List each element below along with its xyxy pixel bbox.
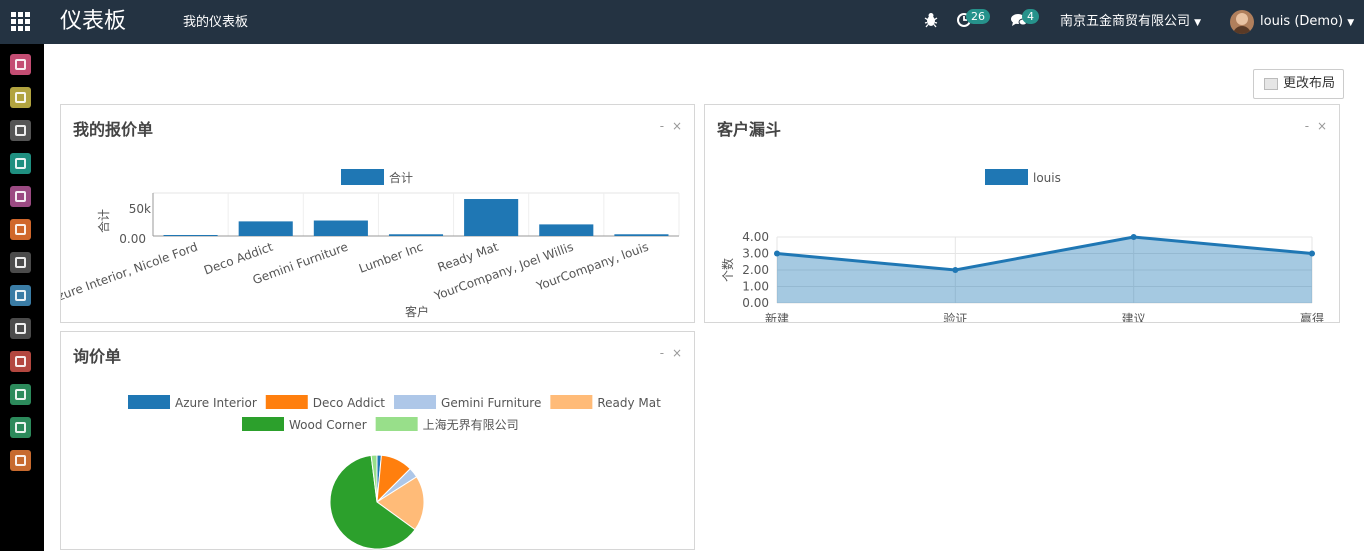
app-title: 仪表板 (60, 9, 127, 34)
bar[interactable] (464, 199, 519, 236)
panel-title: 客户漏斗 (717, 120, 782, 139)
apps-grid-icon[interactable] (11, 12, 31, 32)
legend-label: 合计 (389, 170, 413, 185)
legend-swatch (394, 395, 437, 409)
legend-swatch (550, 395, 593, 409)
minimize-icon[interactable]: - (660, 346, 664, 360)
close-icon[interactable]: × (672, 346, 682, 360)
panel-rfq: 询价单 - × Azure Interior Deco Addict Gemini … (60, 331, 695, 550)
panel-customer-funnel: 客户漏斗 - × louis 个数 阶段 0.001.002.003.004.0… (704, 104, 1340, 323)
close-icon[interactable]: × (672, 119, 682, 133)
sales-chart-icon[interactable] (10, 219, 31, 240)
avatar (1230, 10, 1254, 34)
legend-swatch (985, 169, 1028, 185)
dashboard-icon[interactable] (10, 54, 31, 75)
message-count-badge: 4 (1022, 9, 1039, 24)
panel-title: 询价单 (73, 347, 122, 366)
bar[interactable] (388, 234, 444, 236)
handshake-icon[interactable] (10, 186, 31, 207)
wrench-icon[interactable] (10, 384, 31, 405)
bar[interactable] (614, 234, 669, 236)
company-switcher[interactable]: 南京五金商贸有限公司 ▼ (1060, 13, 1201, 32)
pie-chart: Azure Interior Deco Addict Gemini Furnitur… (128, 395, 661, 550)
calendar-icon[interactable] (10, 87, 31, 108)
y-axis-title: 个数 (720, 258, 735, 282)
tools-icon[interactable] (10, 417, 31, 438)
legend-label: Wood Corner (289, 418, 367, 432)
legend-label: louis (1033, 171, 1061, 185)
minimize-icon[interactable]: - (660, 119, 664, 133)
y-tick-label: 2.00 (742, 263, 769, 277)
store-icon[interactable] (10, 252, 31, 273)
bar[interactable] (238, 221, 293, 236)
change-layout-button[interactable]: 更改布局 (1253, 69, 1344, 99)
data-point[interactable] (952, 267, 959, 273)
area-chart: louis 个数 阶段 0.001.002.003.004.00新建验证建议赢得 (720, 169, 1324, 322)
y-axis-title: 合计 (96, 209, 111, 233)
x-tick-label: 建议 (1122, 312, 1146, 322)
x-tick-label: Lumber Inc (357, 240, 425, 276)
legend-label: Deco Addict (313, 396, 386, 410)
menu-my-dashboard[interactable]: 我的仪表板 (183, 14, 248, 31)
legend-swatch (128, 395, 170, 409)
bug-icon[interactable] (924, 12, 938, 33)
panel-title: 我的报价单 (73, 120, 154, 139)
x-tick-label: 新建 (765, 311, 789, 322)
legend-label: 上海无界有限公司 (423, 417, 519, 432)
y-tick-label: 0.00 (119, 232, 146, 246)
legend-swatch (341, 169, 384, 185)
x-tick-label: Azure Interior, Nicole Ford (61, 240, 200, 307)
activity-count-badge: 26 (966, 9, 990, 24)
x-tick-label: YourCompany, Joel Willis (432, 240, 576, 304)
close-icon[interactable]: × (1317, 119, 1327, 133)
invoice-icon[interactable] (10, 450, 31, 471)
legend-label: Azure Interior (175, 396, 257, 410)
legend-swatch (242, 417, 284, 431)
bar[interactable] (539, 224, 594, 236)
y-tick-label: 4.00 (742, 230, 769, 244)
x-axis-title: 客户 (405, 304, 429, 319)
data-point[interactable] (1130, 234, 1137, 240)
layout-icon (1264, 78, 1278, 90)
link-icon[interactable] (10, 318, 31, 339)
y-tick-label: 1.00 (742, 280, 769, 294)
y-tick-label: 0.00 (742, 296, 769, 310)
card-icon[interactable] (10, 285, 31, 306)
legend-swatch (375, 417, 418, 431)
dashboard-main: 更改布局 我的报价单 - × 合计 50k 0.00 合计 客户 Azure I… (44, 44, 1364, 551)
data-point[interactable] (1309, 250, 1315, 257)
legend-swatch (265, 395, 308, 409)
bar[interactable] (313, 220, 368, 236)
minimize-icon[interactable]: - (1305, 119, 1309, 133)
y-tick-label: 3.00 (742, 247, 769, 261)
legend-label: Ready Mat (597, 396, 661, 410)
caret-down-icon: ▼ (1347, 18, 1355, 28)
contacts-icon[interactable] (10, 153, 31, 174)
top-navbar: 仪表板 我的仪表板 26 4 南京五金商贸有限公司 ▼ louis (Demo)… (0, 0, 1364, 44)
caret-down-icon: ▼ (1194, 18, 1202, 28)
data-point[interactable] (774, 250, 780, 257)
legend-label: Gemini Furniture (441, 396, 541, 410)
company-name: 南京五金商贸有限公司 (1060, 14, 1191, 29)
notes-icon[interactable] (10, 120, 31, 141)
user-name: louis (Demo) (1260, 14, 1344, 29)
x-tick-label: 赢得 (1300, 311, 1324, 322)
bar-chart: 合计 50k 0.00 合计 客户 Azure Interior, Nicole… (61, 169, 680, 319)
box-icon[interactable] (10, 351, 31, 372)
change-layout-label: 更改布局 (1283, 76, 1336, 91)
y-tick-label: 50k (129, 202, 151, 216)
panel-my-quotes: 我的报价单 - × 合计 50k 0.00 合计 客户 Azure Interi… (60, 104, 695, 323)
app-sidebar (0, 44, 44, 551)
bar[interactable] (163, 235, 218, 236)
x-tick-label: 验证 (943, 311, 967, 322)
